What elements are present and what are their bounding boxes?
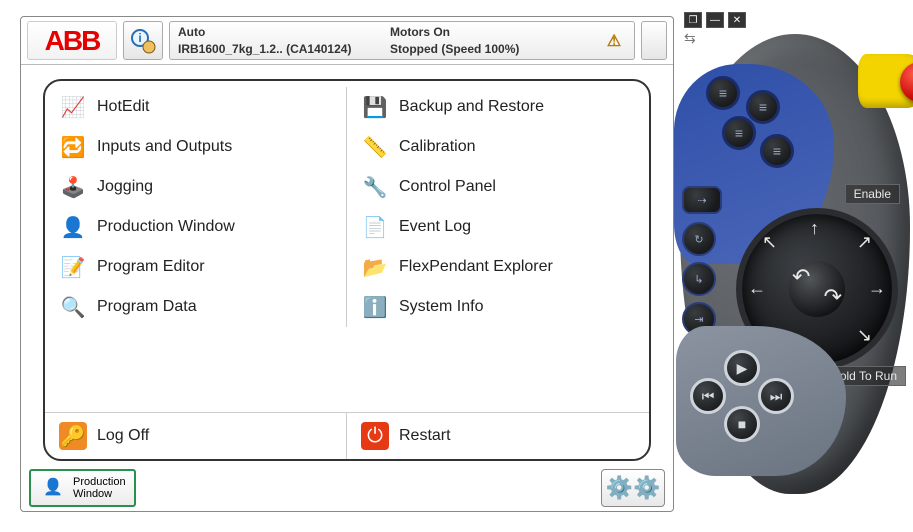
arrow-ur-icon: ↗	[857, 232, 872, 253]
win-minimize-icon[interactable]: —	[706, 12, 724, 28]
side-button-1[interactable]: ⇢	[682, 186, 722, 214]
menu-grid: 📈 HotEdit 💾 Backup and Restore 🔁 Inputs and…	[45, 81, 649, 412]
hotedit-icon: 📈	[59, 93, 87, 121]
menu-backup-restore[interactable]: 💾 Backup and Restore	[347, 87, 649, 127]
label: Restart	[399, 427, 451, 445]
production-icon: 👤	[59, 213, 87, 241]
programdata-icon: 🔍	[59, 293, 87, 321]
pendant-body: ≡ ≡ ≡ ≡ ⇢ ↻ ↳ ⇥ --- ↑ ↓ ← → ↖ ↗ ↙ ↘ ↶ ↷ …	[680, 34, 910, 494]
task-production-window[interactable]: 👤 ProductionWindow	[29, 469, 136, 507]
fn-button-b[interactable]: ≡	[746, 90, 780, 124]
arrow-ul-icon: ↖	[762, 232, 777, 253]
arrow-left-icon: ←	[748, 278, 766, 299]
taskbar: 👤 ProductionWindow ⚙️⚙️	[21, 465, 673, 511]
explorer-icon: 📂	[361, 253, 389, 281]
logoff-icon: 🔑	[59, 422, 87, 450]
programeditor-icon: 📝	[59, 253, 87, 281]
warning-icon: ⚠	[602, 31, 626, 51]
io-icon: 🔁	[59, 133, 87, 161]
eventlog-icon: 📄	[361, 213, 389, 241]
rotate-ccw-icon: ↶	[792, 264, 810, 290]
operator-icon: i	[130, 28, 156, 54]
win-restore-icon[interactable]: ❐	[684, 12, 702, 28]
menu-program-editor[interactable]: 📝 Program Editor	[45, 247, 347, 287]
window-controls: ❐ — ✕	[684, 12, 746, 28]
label: Program Editor	[97, 258, 205, 276]
label: Inputs and Outputs	[97, 138, 232, 156]
label: Control Panel	[399, 178, 496, 196]
operator-info-button[interactable]: i	[123, 21, 163, 60]
menu-restart[interactable]: ⏻ Restart	[347, 413, 649, 459]
gear-icon: ⚙️⚙️	[606, 475, 661, 501]
label: Calibration	[399, 138, 475, 156]
arrow-right-icon: →	[868, 278, 886, 299]
step-back-button[interactable]: ⏮	[690, 378, 726, 414]
stop-button[interactable]: ■	[724, 406, 760, 442]
menu-jogging[interactable]: 🕹️ Jogging	[45, 167, 347, 207]
header-bar: ABB i Auto Motors On IRB1600_7kg_1.2.. (…	[21, 17, 673, 65]
svg-text:i: i	[138, 31, 141, 45]
system-label: IRB1600_7kg_1.2.. (CA140124)	[178, 42, 390, 56]
label: FlexPendant Explorer	[399, 258, 553, 276]
motors-label: Motors On	[390, 25, 602, 39]
pendant-hardware: ❐ — ✕ ⇆ ≡ ≡ ≡ ≡ ⇢ ↻ ↳ ⇥ --- ↑ ↓ ← → ↖ ↗ …	[680, 10, 910, 520]
enable-label[interactable]: Enable	[845, 184, 900, 204]
sync-icon: ⇆	[684, 30, 696, 47]
menu-control-panel[interactable]: 🔧 Control Panel	[347, 167, 649, 207]
status-panel[interactable]: Auto Motors On IRB1600_7kg_1.2.. (CA1401…	[169, 21, 635, 60]
mode-label: Auto	[178, 25, 390, 39]
menu-calibration[interactable]: 📏 Calibration	[347, 127, 649, 167]
menu-system-info[interactable]: ℹ️ System Info	[347, 287, 649, 327]
side-button-3[interactable]: ↳	[682, 262, 716, 296]
controlpanel-icon: 🔧	[361, 173, 389, 201]
menu-hotedit[interactable]: 📈 HotEdit	[45, 87, 347, 127]
restart-icon: ⏻	[361, 422, 389, 450]
label: HotEdit	[97, 98, 149, 116]
menu-program-data[interactable]: 🔍 Program Data	[45, 287, 347, 327]
abb-logo[interactable]: ABB	[27, 21, 117, 60]
win-close-icon[interactable]: ✕	[728, 12, 746, 28]
backup-icon: 💾	[361, 93, 389, 121]
flexpendant-screen: ABB i Auto Motors On IRB1600_7kg_1.2.. (…	[20, 16, 674, 512]
menu-bottom: 🔑 Log Off ⏻ Restart	[45, 412, 649, 459]
label: Program Data	[97, 298, 197, 316]
arrow-up-icon: ↑	[810, 218, 819, 239]
arrow-dr-icon: ↘	[857, 325, 872, 346]
menu-flexpendant-explorer[interactable]: 📂 FlexPendant Explorer	[347, 247, 649, 287]
label: Jogging	[97, 178, 153, 196]
fn-button-a[interactable]: ≡	[706, 76, 740, 110]
play-button[interactable]: ▶	[724, 350, 760, 386]
quickset-button[interactable]: ⚙️⚙️	[601, 469, 665, 507]
calibration-icon: 📏	[361, 133, 389, 161]
label: Backup and Restore	[399, 98, 544, 116]
label: Log Off	[97, 427, 149, 445]
systeminfo-icon: ℹ️	[361, 293, 389, 321]
task-label: ProductionWindow	[73, 476, 126, 500]
menu-logoff[interactable]: 🔑 Log Off	[45, 413, 347, 459]
rotate-cw-icon: ↷	[824, 284, 842, 310]
jogging-icon: 🕹️	[59, 173, 87, 201]
task-icon: 👤	[39, 474, 67, 502]
side-button-2[interactable]: ↻	[682, 222, 716, 256]
menu-inputs-outputs[interactable]: 🔁 Inputs and Outputs	[45, 127, 347, 167]
label: System Info	[399, 298, 483, 316]
emergency-stop[interactable]	[858, 54, 913, 108]
step-fwd-button[interactable]: ⏭	[758, 378, 794, 414]
menu-event-log[interactable]: 📄 Event Log	[347, 207, 649, 247]
state-label: Stopped (Speed 100%)	[390, 42, 602, 56]
fn-button-d[interactable]: ≡	[760, 134, 794, 168]
main-menu: 📈 HotEdit 💾 Backup and Restore 🔁 Inputs and…	[43, 79, 651, 461]
fn-button-c[interactable]: ≡	[722, 116, 756, 150]
label: Production Window	[97, 218, 235, 236]
close-button[interactable]	[641, 21, 667, 60]
label: Event Log	[399, 218, 471, 236]
menu-production-window[interactable]: 👤 Production Window	[45, 207, 347, 247]
